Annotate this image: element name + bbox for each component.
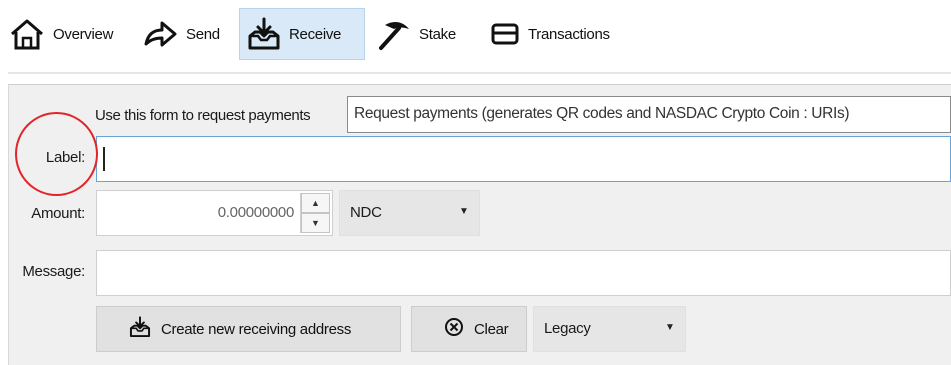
receive-tooltip: Request payments (generates QR codes and…	[347, 96, 951, 133]
stepper-down-icon[interactable]: ▼	[301, 213, 330, 233]
home-icon	[9, 17, 45, 51]
main-toolbar: Overview Send Receive Stake Transactions	[0, 0, 951, 74]
tab-transactions[interactable]: Transactions	[490, 8, 610, 60]
message-input[interactable]	[96, 250, 951, 296]
receive-inbox-icon	[129, 315, 151, 343]
tab-receive[interactable]: Receive	[239, 8, 365, 60]
receive-inbox-icon	[247, 16, 281, 52]
tab-send-label: Send	[186, 25, 220, 43]
create-button-label: Create new receiving address	[161, 320, 352, 338]
highlight-circle-annotation	[15, 112, 98, 196]
tab-stake[interactable]: Stake	[377, 8, 456, 60]
amount-stepper[interactable]: ▲ ▼	[300, 193, 330, 233]
transactions-card-icon	[490, 20, 520, 48]
address-type-select[interactable]: Legacy ▼	[533, 306, 686, 352]
chevron-down-icon: ▼	[459, 206, 469, 217]
stepper-up-icon[interactable]: ▲	[301, 193, 330, 213]
unit-select-value: NDC	[350, 204, 382, 221]
tab-send[interactable]: Send	[142, 8, 220, 60]
pickaxe-icon	[377, 17, 411, 51]
form-intro-text: Use this form to request payments	[95, 107, 311, 124]
message-field-label: Message:	[22, 263, 85, 280]
clear-button[interactable]: Clear	[411, 306, 527, 352]
tab-receive-label: Receive	[289, 25, 342, 43]
chevron-down-icon: ▼	[665, 322, 675, 333]
create-new-receiving-address-button[interactable]: Create new receiving address	[96, 306, 401, 352]
amount-value: 0.00000000	[217, 204, 295, 221]
label-input[interactable]	[96, 136, 951, 182]
clear-x-icon	[444, 317, 464, 341]
tab-transactions-label: Transactions	[528, 25, 610, 43]
unit-select[interactable]: NDC ▼	[339, 190, 480, 236]
tab-overview-label: Overview	[53, 25, 114, 43]
clear-button-label: Clear	[474, 320, 509, 338]
amount-spinbox[interactable]: 0.00000000 ▲ ▼	[96, 190, 333, 236]
address-type-value: Legacy	[544, 320, 591, 337]
send-arrow-icon	[142, 18, 178, 50]
tab-overview[interactable]: Overview	[9, 8, 113, 60]
text-caret	[103, 147, 105, 171]
tab-stake-label: Stake	[419, 25, 456, 43]
amount-field-label: Amount:	[31, 205, 85, 222]
toolbar-divider	[8, 72, 951, 74]
